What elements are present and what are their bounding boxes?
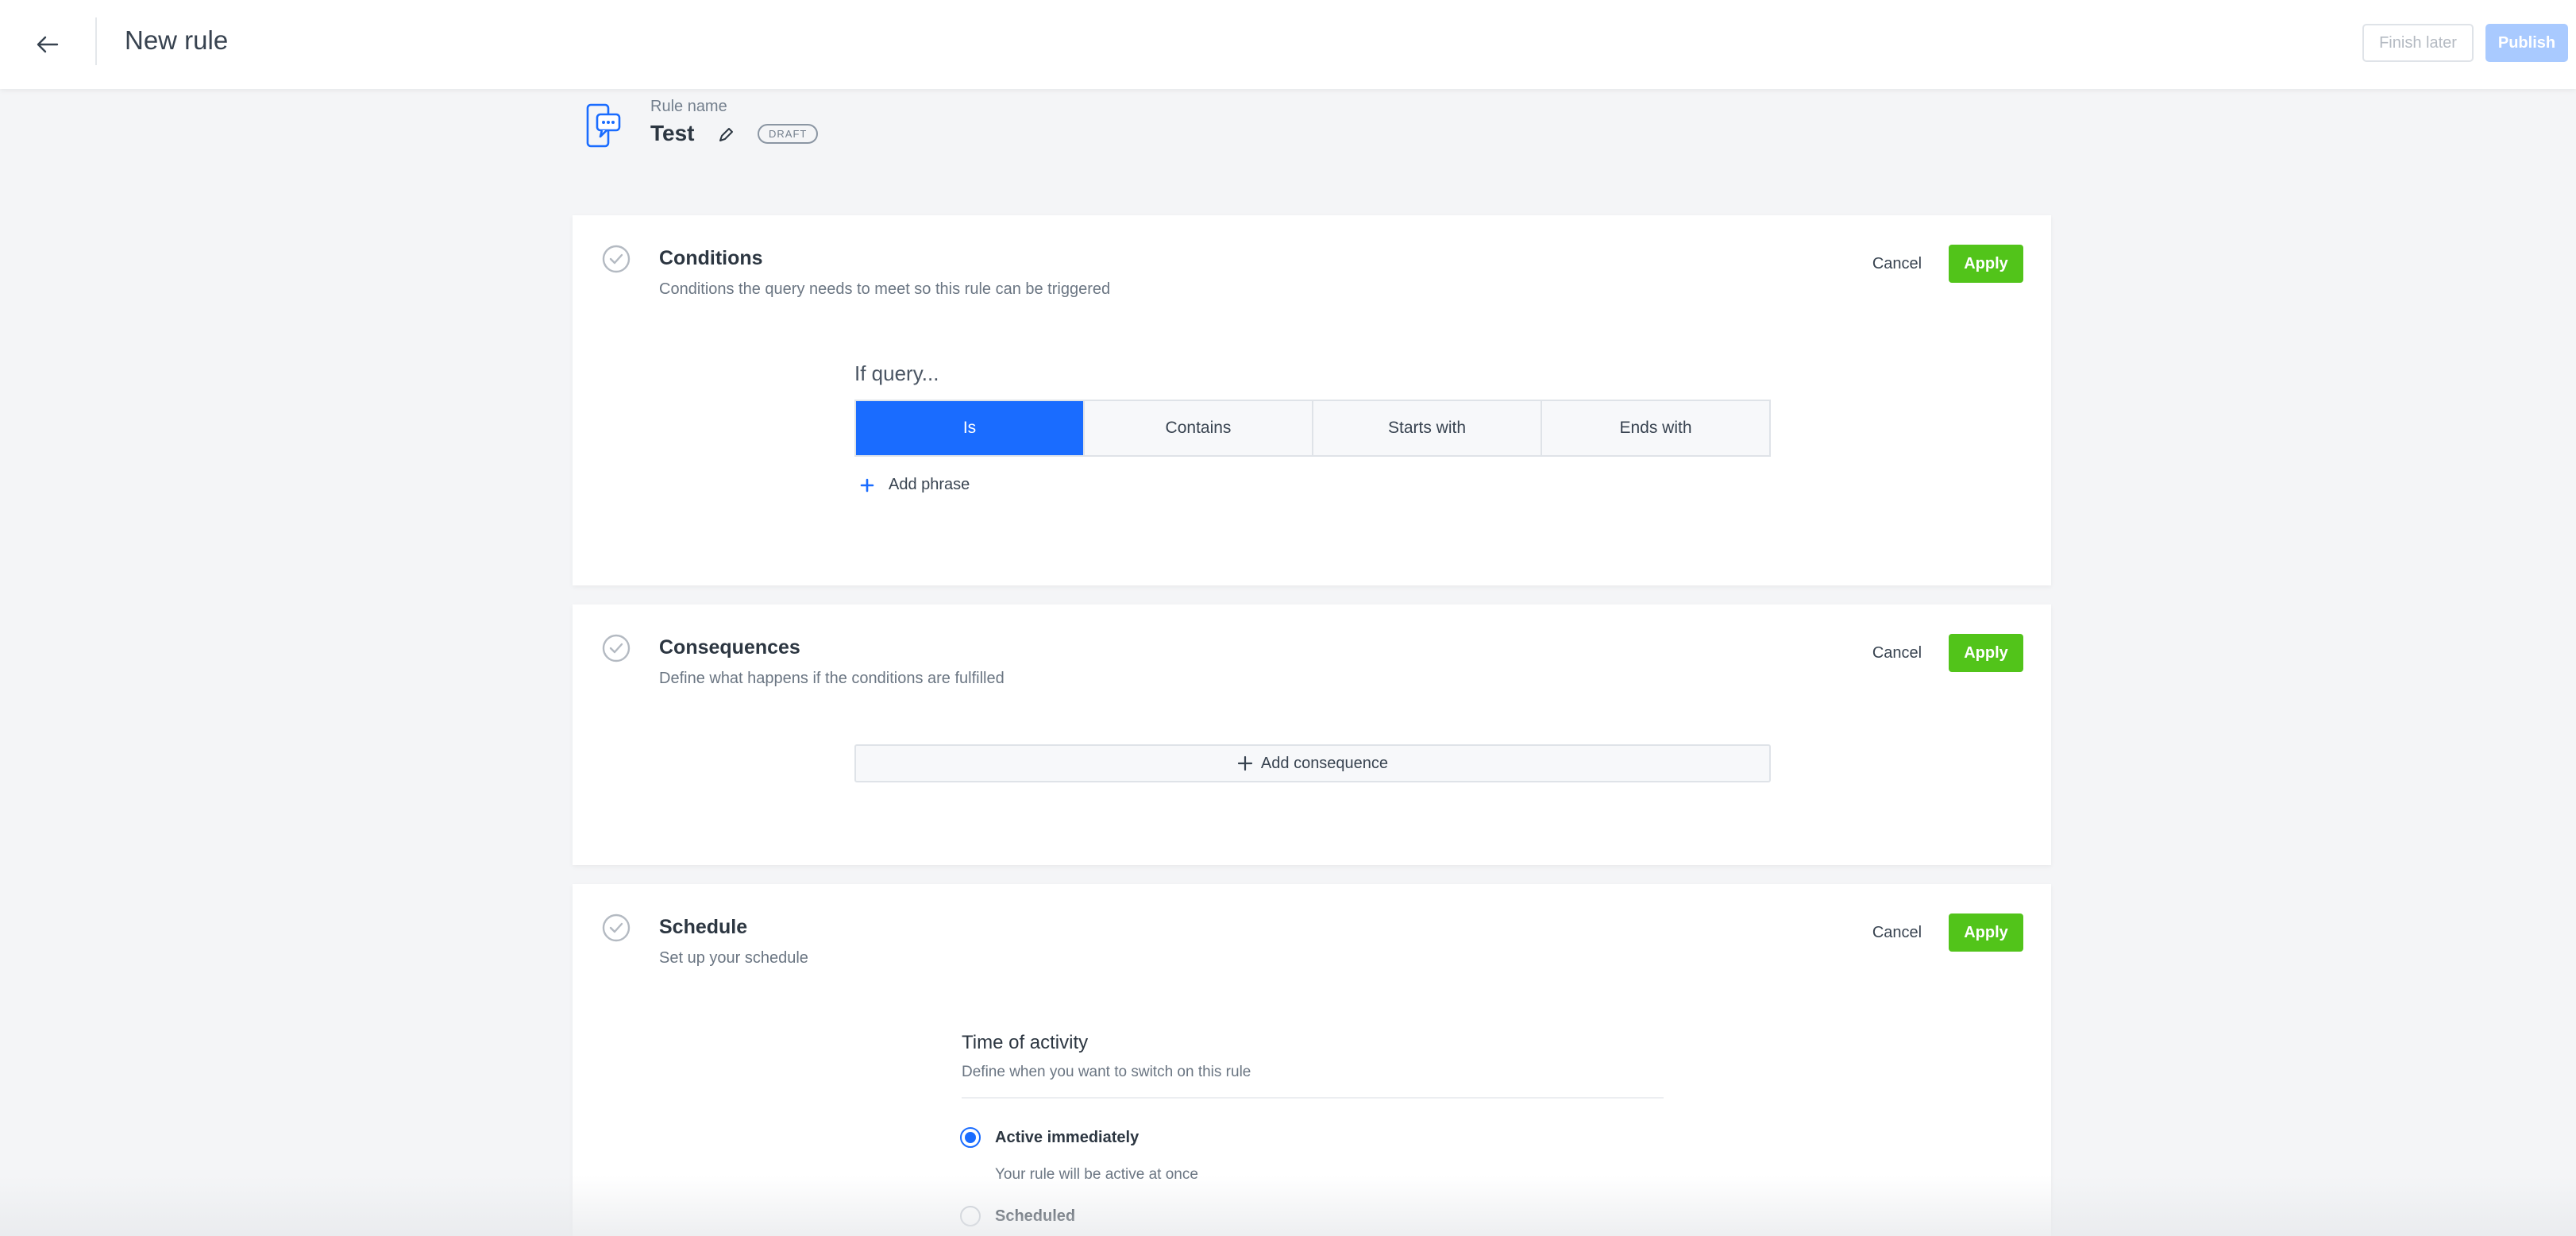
add-consequence-button[interactable]: Add consequence [854,744,1771,782]
consequences-cancel-button[interactable]: Cancel [1857,635,1937,671]
schedule-cancel-button[interactable]: Cancel [1857,914,1937,951]
consequences-card: Consequences Define what happens if the … [573,604,2051,865]
consequences-apply-button[interactable]: Apply [1949,634,2023,672]
radio-active-immediately[interactable]: Active immediately [960,1127,1139,1148]
header-divider [95,17,97,65]
match-option-contains[interactable]: Contains [1085,401,1313,455]
query-match-selector: Is Contains Starts with Ends with [854,400,1771,457]
publish-button[interactable]: Publish [2485,24,2568,62]
add-phrase-button[interactable]: Add phrase [860,476,970,494]
conditions-title: Conditions [659,247,763,269]
schedule-title: Schedule [659,916,748,938]
back-button[interactable] [30,27,65,62]
schedule-card: Schedule Set up your schedule Cancel App… [573,884,2051,1236]
match-option-ends-with[interactable]: Ends with [1542,401,1769,455]
rule-name-value: Test [650,121,695,145]
schedule-apply-button[interactable]: Apply [1949,913,2023,952]
schedule-subtitle: Set up your schedule [659,949,808,967]
match-option-is[interactable]: Is [856,401,1085,455]
consequences-subtitle: Define what happens if the conditions ar… [659,670,1005,687]
conditions-apply-button[interactable]: Apply [1949,245,2023,283]
page-title: New rule [125,25,229,55]
rule-name-label: Rule name [650,98,727,115]
add-phrase-label: Add phrase [889,476,970,493]
top-bar: New rule Finish later Publish [0,0,2576,89]
match-option-starts-with[interactable]: Starts with [1313,401,1542,455]
time-of-activity-subtitle: Define when you want to switch on this r… [962,1064,1251,1080]
finish-later-button[interactable]: Finish later [2362,24,2474,62]
status-badge: DRAFT [758,124,819,144]
rule-chat-icon [586,103,621,148]
radio-label: Active immediately [995,1128,1140,1146]
radio-description: Your rule will be active at once [995,1166,1198,1183]
radio-scheduled[interactable]: Scheduled [960,1206,1075,1226]
consequences-title: Consequences [659,636,800,659]
pencil-icon[interactable] [716,126,735,145]
radio-button-checked[interactable] [960,1127,981,1148]
check-circle-icon [602,634,631,662]
radio-button[interactable] [960,1206,981,1226]
conditions-cancel-button[interactable]: Cancel [1857,245,1937,282]
time-of-activity-title: Time of activity [962,1032,1089,1053]
if-query-label: If query... [854,361,939,385]
check-circle-icon [602,245,631,273]
conditions-subtitle: Conditions the query needs to meet so th… [659,280,1111,298]
plus-icon [1237,755,1253,771]
conditions-card: Conditions Conditions the query needs to… [573,215,2051,585]
plus-icon [860,478,874,492]
check-circle-icon [602,913,631,942]
back-arrow-icon [37,36,59,53]
add-consequence-label: Add consequence [1260,754,1389,772]
radio-label: Scheduled [995,1207,1076,1225]
section-divider [962,1097,1664,1099]
